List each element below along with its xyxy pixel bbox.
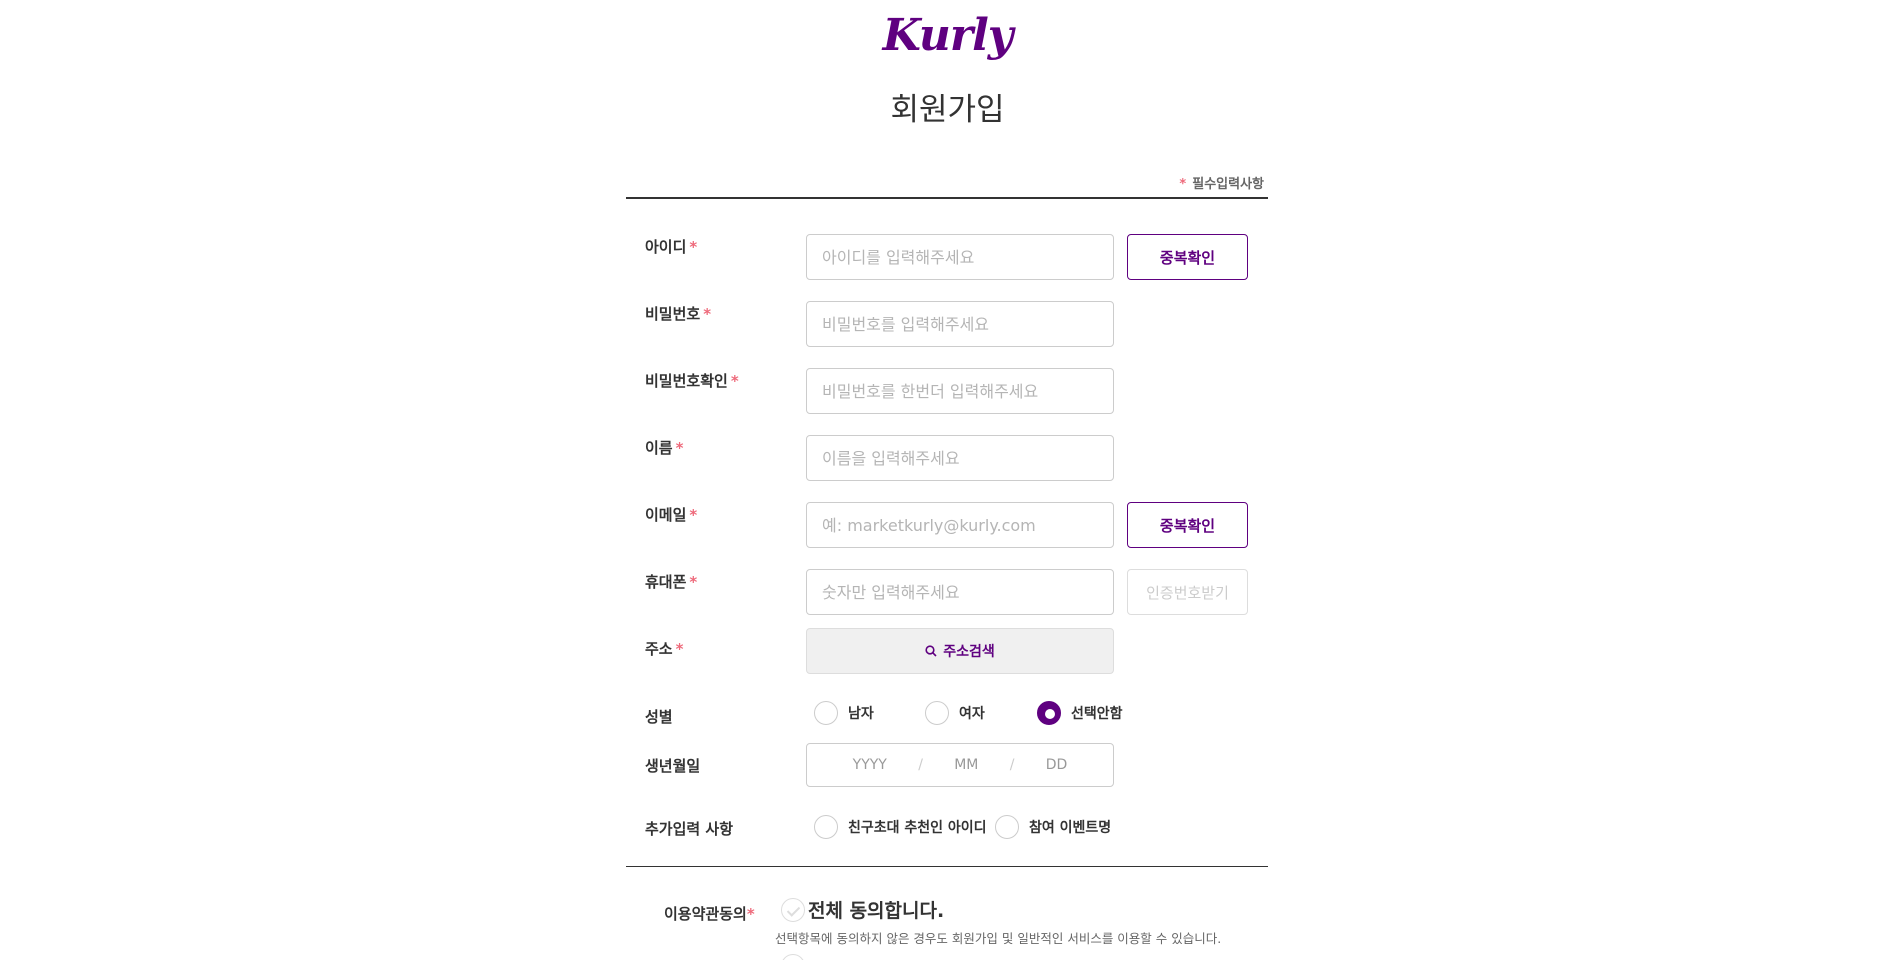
- birth-year-input[interactable]: YYYY: [853, 757, 887, 773]
- extra-option-event[interactable]: 참여 이벤트명: [995, 815, 1111, 839]
- form-bottom-divider: [626, 866, 1268, 867]
- agree-all-label[interactable]: 전체 동의합니다.: [808, 896, 944, 923]
- id-duplicate-check-button[interactable]: 중복확인: [1127, 234, 1248, 280]
- gender-option-male[interactable]: 남자: [814, 701, 874, 725]
- address-search-button[interactable]: 주소검색: [806, 628, 1114, 674]
- gender-label: 성별: [645, 708, 673, 726]
- phone-input[interactable]: [806, 569, 1114, 615]
- radio-referral[interactable]: [814, 815, 838, 839]
- email-label: 이메일 *: [645, 506, 698, 524]
- id-input[interactable]: [806, 234, 1114, 280]
- password-label: 비밀번호 *: [645, 305, 712, 323]
- email-duplicate-check-button[interactable]: 중복확인: [1127, 502, 1248, 548]
- email-input[interactable]: [806, 502, 1114, 548]
- password-confirm-input[interactable]: [806, 368, 1114, 414]
- password-confirm-label: 비밀번호확인 *: [645, 372, 739, 390]
- extra-input-label: 추가입력 사항: [645, 820, 734, 838]
- terms-item-checkbox[interactable]: [781, 954, 805, 960]
- address-search-label: 주소검색: [943, 644, 995, 660]
- agree-all-checkbox[interactable]: [781, 898, 805, 922]
- birth-day-input[interactable]: DD: [1046, 757, 1068, 773]
- page-title: 회원가입: [890, 92, 1005, 128]
- agree-description: 선택항목에 동의하지 않은 경우도 회원가입 및 일반적인 서비스를 이용할 수…: [775, 931, 1222, 946]
- form-top-divider: [626, 197, 1268, 199]
- request-verification-button[interactable]: 인증번호받기: [1127, 569, 1248, 615]
- gender-option-none[interactable]: 선택안함: [1037, 701, 1123, 725]
- password-input[interactable]: [806, 301, 1114, 347]
- phone-label: 휴대폰 *: [645, 573, 698, 591]
- extra-option-referral[interactable]: 친구초대 추천인 아이디: [814, 815, 987, 839]
- birth-month-input[interactable]: MM: [954, 757, 978, 773]
- radio-female[interactable]: [925, 701, 949, 725]
- required-star: *: [1179, 177, 1187, 192]
- name-label: 이름 *: [645, 439, 684, 457]
- kurly-logo[interactable]: Kurly: [0, 10, 1895, 61]
- search-icon: [925, 645, 937, 657]
- birth-label: 생년월일: [645, 757, 701, 775]
- address-label: 주소 *: [645, 640, 684, 658]
- radio-male[interactable]: [814, 701, 838, 725]
- name-input[interactable]: [806, 435, 1114, 481]
- radio-event[interactable]: [995, 815, 1019, 839]
- required-note: * 필수입력사항: [1100, 173, 1264, 192]
- required-note-text: 필수입력사항: [1192, 177, 1264, 192]
- radio-none-selected[interactable]: [1037, 701, 1061, 725]
- gender-option-female[interactable]: 여자: [925, 701, 985, 725]
- id-label: 아이디 *: [645, 238, 698, 256]
- birth-date-field[interactable]: YYYY / MM / DD: [806, 743, 1114, 787]
- terms-label: 이용약관동의*: [664, 905, 755, 923]
